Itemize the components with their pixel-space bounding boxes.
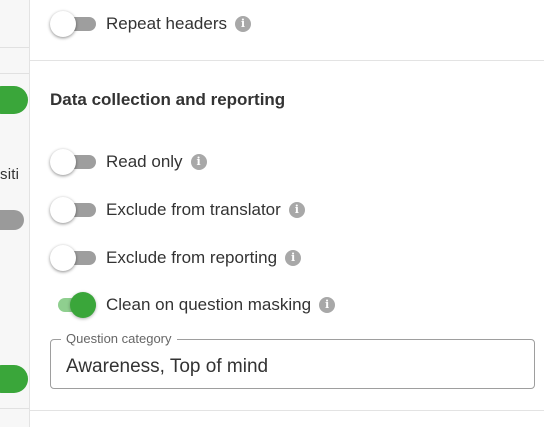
section-title: Data collection and reporting [50, 90, 286, 109]
section-divider [30, 60, 544, 61]
option-read-only[interactable]: Read only i [50, 148, 207, 176]
exclude-translator-toggle[interactable] [50, 196, 98, 224]
option-label: Repeat headers [106, 14, 227, 33]
settings-panel: Repeat headers i Data collection and rep… [30, 0, 544, 427]
question-category-value[interactable]: Awareness, Top of mind [66, 356, 268, 378]
read-only-toggle[interactable] [50, 148, 98, 176]
option-label: Clean on question masking [106, 295, 312, 314]
info-icon[interactable]: i [234, 16, 251, 32]
section-divider [30, 410, 544, 411]
repeat-headers-toggle[interactable] [50, 10, 98, 38]
left-toggle-on[interactable] [0, 86, 28, 114]
question-category-field[interactable]: Question category Awareness, Top of mind [50, 331, 535, 389]
left-toggle-on[interactable] [0, 365, 28, 393]
option-label: Exclude from reporting [106, 248, 278, 267]
toggle-knob [50, 149, 76, 175]
left-panel-divider [0, 73, 29, 74]
left-truncated-label: siti [0, 166, 20, 183]
option-repeat-headers[interactable]: Repeat headers i [50, 10, 251, 38]
toggle-knob [50, 197, 76, 223]
toggle-knob [50, 245, 76, 271]
left-panel-divider [0, 47, 29, 48]
toggle-knob [70, 292, 96, 318]
info-icon[interactable]: i [288, 202, 305, 218]
info-icon[interactable]: i [190, 154, 207, 170]
option-exclude-translator[interactable]: Exclude from translator i [50, 196, 305, 224]
info-icon[interactable]: i [319, 297, 336, 313]
toggle-knob [50, 11, 76, 37]
question-category-legend: Question category [61, 331, 177, 346]
left-toggle-off[interactable] [0, 210, 24, 230]
left-panel-divider [0, 408, 29, 409]
option-label: Read only [106, 152, 183, 171]
option-exclude-reporting[interactable]: Exclude from reporting i [50, 244, 302, 272]
option-clean-question-masking[interactable]: Clean on question masking i [50, 291, 336, 319]
clean-question-masking-toggle[interactable] [50, 291, 98, 319]
info-icon[interactable]: i [285, 250, 302, 266]
option-label: Exclude from translator [106, 200, 281, 219]
exclude-reporting-toggle[interactable] [50, 244, 98, 272]
